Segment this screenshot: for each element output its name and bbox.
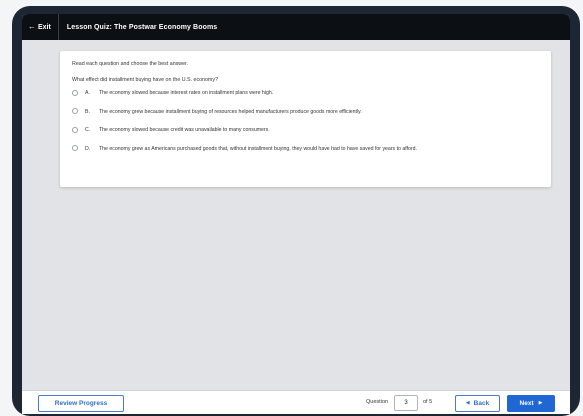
- arrow-left-icon: ←: [28, 22, 36, 31]
- question-total: of 5: [423, 399, 433, 405]
- option-b[interactable]: B. The economy grew because installment …: [72, 108, 539, 117]
- back-button[interactable]: ◀ Back: [455, 395, 500, 412]
- option-d[interactable]: D. The economy grew as Americans purchas…: [72, 145, 539, 154]
- exit-label: Exit: [38, 23, 51, 31]
- option-letter: C.: [85, 127, 91, 134]
- option-text: The economy slowed because credit was un…: [99, 127, 270, 134]
- question-card: Read each question and choose the best a…: [60, 51, 551, 187]
- exit-button[interactable]: ← Exit: [22, 14, 59, 40]
- option-text: The economy slowed because interest rate…: [99, 90, 274, 96]
- option-letter: B.: [85, 108, 90, 115]
- bottom-bar: Review Progress Question 3 of 5 ◀ Back N…: [22, 390, 570, 414]
- option-letter: D.: [85, 145, 91, 152]
- screen: ← Exit Lesson Quiz: The Postwar Economy …: [22, 14, 570, 414]
- review-progress-button[interactable]: Review Progress: [38, 395, 124, 412]
- option-letter: A.: [85, 90, 90, 96]
- triangle-right-icon: ▶: [538, 400, 543, 406]
- back-label: Back: [473, 400, 490, 407]
- option-a[interactable]: A. The economy slowed because interest r…: [72, 89, 539, 98]
- quiz-title: Lesson Quiz: The Postwar Economy Booms: [66, 23, 218, 31]
- option-text: The economy grew because installment buy…: [99, 108, 362, 115]
- next-label: Next: [519, 400, 534, 407]
- question-number-input[interactable]: 3: [394, 395, 418, 411]
- question-text: What effect did installment buying have …: [72, 77, 218, 83]
- option-text: The economy grew as Americans purchased …: [99, 145, 417, 152]
- question-label: Question: [366, 399, 389, 405]
- triangle-left-icon: ◀: [465, 400, 470, 406]
- next-button[interactable]: Next ▶: [507, 395, 555, 412]
- instructions-text: Read each question and choose the best a…: [72, 61, 189, 67]
- option-c[interactable]: C. The economy slowed because credit was…: [72, 126, 539, 135]
- device-frame: ← Exit Lesson Quiz: The Postwar Economy …: [12, 6, 580, 416]
- top-bar: ← Exit Lesson Quiz: The Postwar Economy …: [22, 14, 570, 40]
